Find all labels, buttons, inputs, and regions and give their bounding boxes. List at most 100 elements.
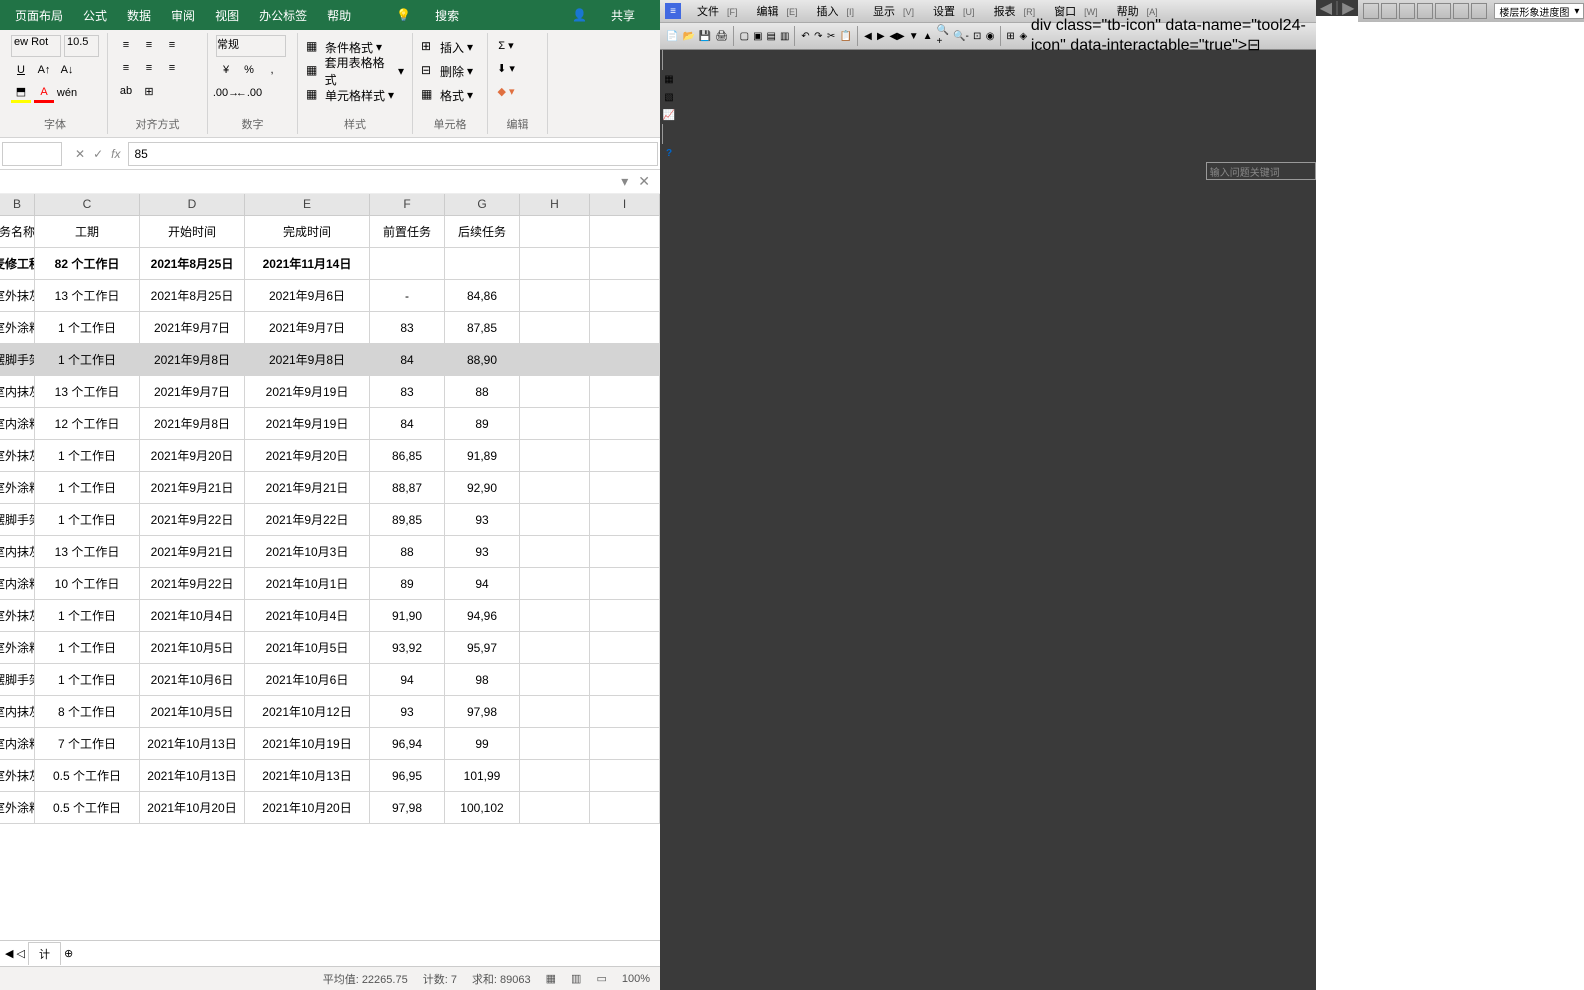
menu-settings[interactable]: 设置[U] <box>925 1 983 21</box>
tool7-icon[interactable]: ▤ <box>766 27 777 45</box>
cell[interactable] <box>590 280 660 312</box>
align-right-button[interactable]: ≡ <box>162 58 182 78</box>
cell[interactable]: 室内抹灰 <box>0 696 35 728</box>
tool25-icon[interactable]: ▦ <box>660 70 678 88</box>
cell[interactable]: 摆脚手架 <box>0 664 35 696</box>
cell[interactable]: 93 <box>445 536 520 568</box>
cell[interactable]: 1 个工作日 <box>35 600 140 632</box>
cell[interactable] <box>590 792 660 824</box>
cell[interactable] <box>590 600 660 632</box>
cell[interactable]: 93,92 <box>370 632 445 664</box>
cell[interactable] <box>520 696 590 728</box>
cell[interactable]: 13 个工作日 <box>35 536 140 568</box>
font-grow-button[interactable]: A↑ <box>34 60 54 80</box>
delete-cell-button[interactable]: ⊟删除 ▾ <box>421 59 479 83</box>
sb-icon-3[interactable] <box>1399 3 1415 19</box>
sb-icon-6[interactable] <box>1453 3 1469 19</box>
view-break-icon[interactable]: ▭ <box>596 972 606 985</box>
sb-icon-4[interactable] <box>1417 3 1433 19</box>
font-shrink-button[interactable]: A↓ <box>57 60 77 80</box>
currency-button[interactable]: ¥ <box>216 60 236 80</box>
col-header-d[interactable]: D <box>140 194 245 216</box>
cell[interactable]: 室内抹灰 <box>0 536 35 568</box>
cell[interactable]: 2021年9月7日 <box>140 312 245 344</box>
search-input[interactable]: 输入问题关键词 <box>1206 162 1316 180</box>
cell[interactable]: 2021年10月3日 <box>245 536 370 568</box>
cell[interactable]: 97,98 <box>445 696 520 728</box>
cell[interactable]: 2021年10月13日 <box>245 760 370 792</box>
cell[interactable] <box>590 728 660 760</box>
cell[interactable]: 93 <box>370 696 445 728</box>
cell[interactable] <box>445 248 520 280</box>
cell[interactable] <box>590 536 660 568</box>
percent-button[interactable]: % <box>239 60 259 80</box>
cell[interactable] <box>520 632 590 664</box>
cell[interactable]: 94 <box>370 664 445 696</box>
cell[interactable]: 89 <box>370 568 445 600</box>
close-pane-icon[interactable]: ✕ <box>638 173 650 190</box>
print-icon[interactable]: 🖨 <box>714 27 729 45</box>
cell[interactable] <box>520 312 590 344</box>
align-center-button[interactable]: ≡ <box>139 58 159 78</box>
redo-icon[interactable]: ↷ <box>813 27 824 45</box>
cell[interactable]: 82 个工作日 <box>35 248 140 280</box>
col-header-c[interactable]: C <box>35 194 140 216</box>
help-icon[interactable]: ? <box>660 144 678 162</box>
col-header-f[interactable]: F <box>370 194 445 216</box>
cell[interactable] <box>590 440 660 472</box>
font-name-select[interactable]: ew Rot <box>11 35 61 57</box>
cell[interactable]: 83 <box>370 312 445 344</box>
cell[interactable]: 2021年9月8日 <box>140 408 245 440</box>
cell[interactable]: 7 个工作日 <box>35 728 140 760</box>
tool13-icon[interactable]: ◀ <box>863 27 874 45</box>
align-mid-button[interactable]: ≡ <box>139 35 159 55</box>
cell[interactable]: 88 <box>370 536 445 568</box>
tool8-icon[interactable]: ▥ <box>779 27 790 45</box>
inc-decimal-button[interactable]: .00→ <box>216 83 236 103</box>
sb-icon-2[interactable] <box>1381 3 1397 19</box>
cell[interactable]: 室外涂料 <box>0 632 35 664</box>
cell[interactable]: 1 个工作日 <box>35 344 140 376</box>
cell[interactable] <box>520 248 590 280</box>
cell[interactable]: 95,97 <box>445 632 520 664</box>
hscrollbar[interactable]: ◀ ▶ <box>1316 0 1359 16</box>
cell[interactable]: 97,98 <box>370 792 445 824</box>
cell[interactable]: 94 <box>445 568 520 600</box>
align-bot-button[interactable]: ≡ <box>162 35 182 55</box>
cell[interactable] <box>590 344 660 376</box>
cell[interactable]: 2021年9月21日 <box>140 472 245 504</box>
align-top-button[interactable]: ≡ <box>116 35 136 55</box>
cell[interactable] <box>520 216 590 248</box>
cell[interactable]: 2021年10月5日 <box>245 632 370 664</box>
cell[interactable]: 2021年9月19日 <box>245 408 370 440</box>
comma-button[interactable]: , <box>262 60 282 80</box>
open-icon[interactable]: 📂 <box>681 27 695 45</box>
col-header-h[interactable]: H <box>520 194 590 216</box>
format-cell-button[interactable]: ▦格式 ▾ <box>421 83 479 107</box>
tool11-icon[interactable]: ✂ <box>826 27 837 45</box>
cell[interactable]: 1 个工作日 <box>35 472 140 504</box>
cell[interactable]: 2021年11月14日 <box>245 248 370 280</box>
cell[interactable]: 室外抹灰 <box>0 440 35 472</box>
fill-color-button[interactable]: ⬒ <box>11 83 31 103</box>
cell[interactable]: 2021年10月4日 <box>140 600 245 632</box>
cell[interactable]: 摆脚手架 <box>0 504 35 536</box>
cell[interactable]: 室外抹灰 <box>0 760 35 792</box>
grid[interactable]: 务名称 工期 开始时间 完成时间 前置任务 后续任务 麦修工程82 个工作日20… <box>0 216 660 940</box>
cell[interactable]: 完成时间 <box>245 216 370 248</box>
cell[interactable] <box>590 632 660 664</box>
name-box[interactable] <box>2 142 62 166</box>
tab-review[interactable]: 审阅 <box>161 2 205 29</box>
cell[interactable]: 83 <box>370 376 445 408</box>
tool17-icon[interactable]: ▲ <box>922 27 934 45</box>
fx-icon[interactable]: fx <box>111 147 120 161</box>
cell[interactable] <box>520 792 590 824</box>
cell[interactable]: 前置任务 <box>370 216 445 248</box>
font-size-select[interactable]: 10.5 <box>64 35 99 57</box>
cell[interactable] <box>590 568 660 600</box>
cell[interactable]: 12 个工作日 <box>35 408 140 440</box>
cell[interactable]: 2021年10月20日 <box>140 792 245 824</box>
cell[interactable] <box>590 760 660 792</box>
cell[interactable] <box>520 728 590 760</box>
undo-icon[interactable]: ↶ <box>800 27 811 45</box>
